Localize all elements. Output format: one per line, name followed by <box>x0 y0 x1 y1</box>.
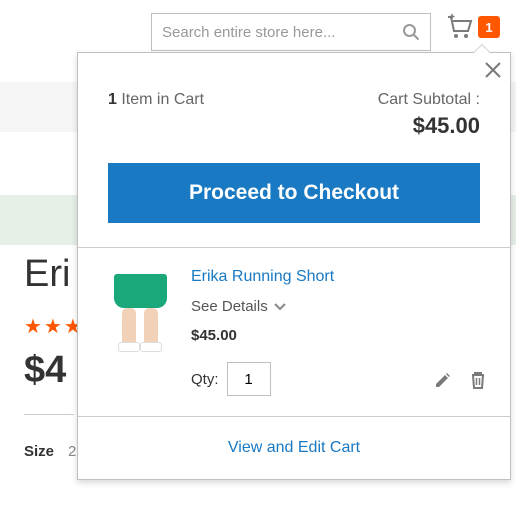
edit-icon[interactable] <box>434 371 452 394</box>
size-attribute: Size28 <box>24 443 85 460</box>
search-input[interactable] <box>162 24 402 41</box>
product-price: $4 <box>24 349 85 392</box>
product-title: Eri <box>24 253 85 296</box>
minicart-footer: View and Edit Cart <box>78 416 510 479</box>
view-cart-link[interactable]: View and Edit Cart <box>228 439 360 456</box>
cart-count-badge[interactable]: 1 <box>478 16 500 38</box>
product-thumbnail[interactable] <box>108 268 173 356</box>
rating-stars[interactable]: ★★★ <box>24 314 85 339</box>
cart-item-count: 1 Item in Cart <box>108 91 204 139</box>
close-icon[interactable] <box>484 61 502 84</box>
divider <box>24 414 74 415</box>
search-icon[interactable] <box>402 23 420 41</box>
proceed-to-checkout-button[interactable]: Proceed to Checkout <box>108 163 480 223</box>
cart-item-price: $45.00 <box>191 327 480 344</box>
subtotal-label: Cart Subtotal : <box>378 91 480 109</box>
qty-label: Qty: <box>191 371 219 388</box>
cart-item-name[interactable]: Erika Running Short <box>191 268 480 286</box>
search-box[interactable] <box>151 13 431 51</box>
cart-item: Erika Running Short See Details $45.00 Q… <box>78 247 510 416</box>
subtotal-value: $45.00 <box>378 113 480 139</box>
minicart-popup: 1 Item in Cart Cart Subtotal : $45.00 Pr… <box>77 52 511 480</box>
trash-icon[interactable] <box>470 371 486 394</box>
size-label: Size <box>24 443 54 460</box>
qty-input[interactable] <box>227 362 271 396</box>
chevron-down-icon <box>274 298 286 315</box>
see-details-toggle[interactable]: See Details <box>191 298 480 315</box>
cart-icon[interactable] <box>446 14 474 45</box>
